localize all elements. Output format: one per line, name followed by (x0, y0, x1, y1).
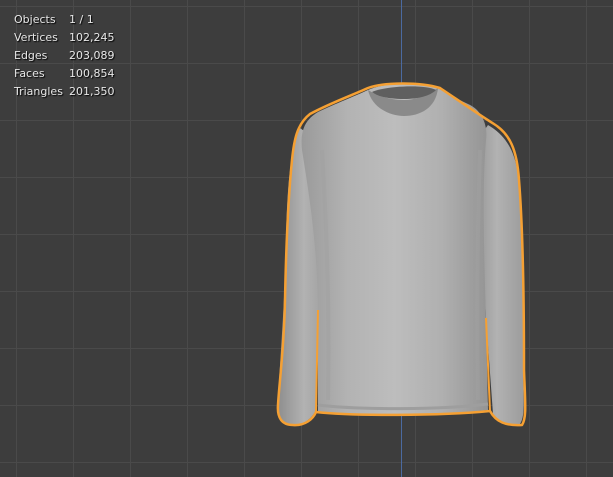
3d-viewport[interactable]: Objects 1 / 1 Vertices 102,245 Edges 203… (0, 0, 613, 477)
shirt-mesh-object[interactable] (0, 0, 613, 477)
